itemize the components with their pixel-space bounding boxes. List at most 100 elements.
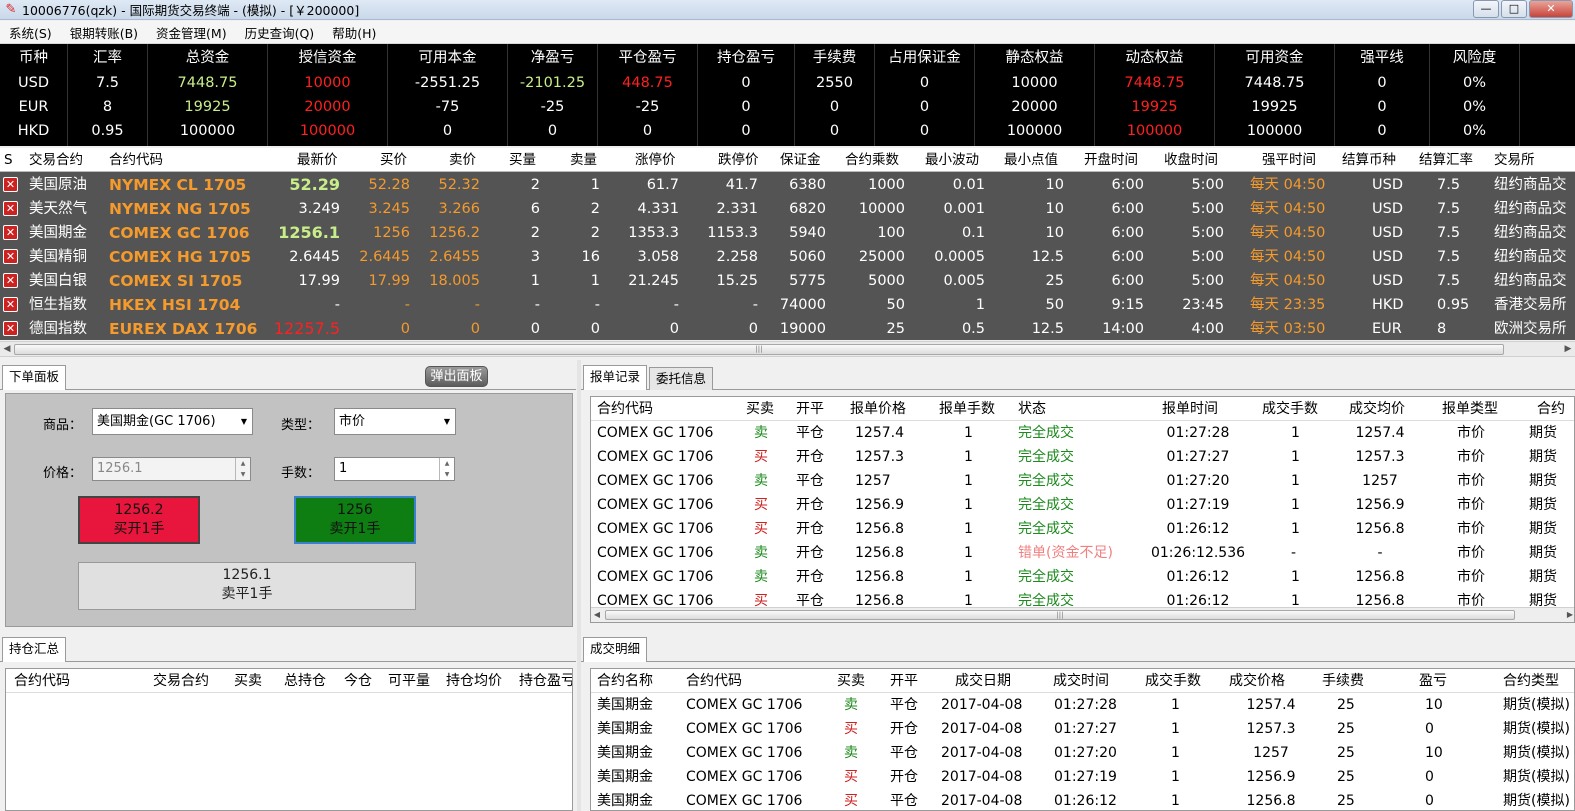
remove-icon[interactable]: ✕ xyxy=(3,201,18,216)
minimize-button[interactable]: — xyxy=(1473,0,1499,18)
trade-header-cell[interactable]: 合约名称 xyxy=(597,669,653,693)
trade-header-cell[interactable]: 手续费 xyxy=(1322,669,1364,693)
order-header-cell[interactable]: 合约 xyxy=(1537,397,1565,421)
quote-row[interactable]: ✕ 美国白银 COMEX SI 1705 17.99 17.99 18.005 1 1 21.2… xyxy=(0,269,1575,293)
order-header-cell[interactable]: 报单类型 xyxy=(1442,397,1498,421)
quotes-header-cell[interactable]: S xyxy=(4,148,13,172)
quotes-header-cell[interactable]: 交易合约 xyxy=(29,148,83,172)
orders-scrollbar[interactable]: ◀ ||| ▶ xyxy=(591,607,1574,622)
quote-row[interactable]: ✕ 美天然气 NYMEX NG 1705 3.249 3.245 3.266 6 2 4.331… xyxy=(0,197,1575,221)
quotes-header-cell[interactable]: 涨停价 xyxy=(635,148,676,172)
type-select[interactable]: 市价 ▼ xyxy=(334,408,456,435)
order-header-cell[interactable]: 开平 xyxy=(796,397,824,421)
position-header-cell[interactable]: 持仓盈亏 xyxy=(519,669,572,693)
menu-bank-transfer[interactable]: 银期转账(B) xyxy=(61,23,147,42)
quantity-stepper[interactable]: 1 ▲ ▼ xyxy=(334,457,455,481)
order-row[interactable]: COMEX GC 1706 买 开仓 1256.8 1 完全成交 01:26:12 1 1256… xyxy=(591,517,1574,541)
quote-row[interactable]: ✕ 德国指数 EUREX DAX 1706 12257.5 0 0 0 0 0 0 19000 25 0… xyxy=(0,317,1575,341)
trade-header-cell[interactable]: 盈亏 xyxy=(1419,669,1447,693)
buy-open-button[interactable]: 1256.2 买开1手 xyxy=(78,496,200,544)
price-input[interactable]: 1256.1 ▲ ▼ xyxy=(92,457,251,481)
trade-header-cell[interactable]: 成交价格 xyxy=(1229,669,1285,693)
tab-positions[interactable]: 持仓汇总 xyxy=(2,637,67,662)
order-row[interactable]: COMEX GC 1706 卖 开仓 1256.8 1 错单(资金不足) 01:26:12.… xyxy=(591,541,1574,565)
remove-icon[interactable]: ✕ xyxy=(3,225,18,240)
trade-header-cell[interactable]: 成交手数 xyxy=(1145,669,1201,693)
quote-row[interactable]: ✕ 恒生指数 HKEX HSI 1704 - - - - - - - 74000 50 1 50 9:15 2… xyxy=(0,293,1575,317)
trade-header-cell[interactable]: 成交日期 xyxy=(955,669,1011,693)
remove-icon[interactable]: ✕ xyxy=(3,249,18,264)
quotes-header-cell[interactable]: 买价 xyxy=(380,148,407,172)
quotes-header-cell[interactable]: 卖价 xyxy=(449,148,476,172)
scroll-left-icon[interactable]: ◀ xyxy=(591,608,603,622)
trade-header-cell[interactable]: 成交时间 xyxy=(1053,669,1109,693)
tab-entrust-info[interactable]: 委托信息 xyxy=(649,367,714,390)
remove-icon[interactable]: ✕ xyxy=(3,321,18,336)
order-header-cell[interactable]: 报单时间 xyxy=(1162,397,1218,421)
quote-row[interactable]: ✕ 美国期金 COMEX GC 1706 1256.1 1256 1256.2 2 2 1353… xyxy=(0,221,1575,245)
order-row[interactable]: COMEX GC 1706 买 开仓 1257.3 1 完全成交 01:27:27 1 1257… xyxy=(591,445,1574,469)
trade-row[interactable]: 美国期金 COMEX GC 1706 卖 平仓 2017-04-08 01:27:20 1 1… xyxy=(591,741,1574,765)
position-header-cell[interactable]: 买卖 xyxy=(234,669,262,693)
trade-row[interactable]: 美国期金 COMEX GC 1706 卖 平仓 2017-04-08 01:27:28 1 1… xyxy=(591,693,1574,717)
order-row[interactable]: COMEX GC 1706 卖 平仓 1257 1 完全成交 01:27:20 1 1257 市价… xyxy=(591,469,1574,493)
remove-icon[interactable]: ✕ xyxy=(3,273,18,288)
trade-row[interactable]: 美国期金 COMEX GC 1706 买 平仓 2017-04-08 01:26:12 1 1… xyxy=(591,789,1574,810)
quotes-header-cell[interactable]: 保证金 xyxy=(780,148,821,172)
scroll-left-icon[interactable]: ◀ xyxy=(1,343,13,356)
quotes-header-cell[interactable]: 合约乘数 xyxy=(845,148,899,172)
product-select[interactable]: 美国期金(GC 1706) ▼ xyxy=(92,408,253,435)
menu-history[interactable]: 历史查询(Q) xyxy=(236,23,324,42)
quote-row[interactable]: ✕ 美国精铜 COMEX HG 1705 2.6445 2.6445 2.6455 3 16 3… xyxy=(0,245,1575,269)
scroll-right-icon[interactable]: ▶ xyxy=(1562,343,1574,356)
quotes-header-cell[interactable]: 开盘时间 xyxy=(1084,148,1138,172)
quotes-header-cell[interactable]: 卖量 xyxy=(570,148,597,172)
menu-system[interactable]: 系统(S) xyxy=(0,23,61,42)
order-header-cell[interactable]: 报单手数 xyxy=(939,397,995,421)
quotes-header-cell[interactable]: 结算币种 xyxy=(1342,148,1396,172)
quotes-header-cell[interactable]: 收盘时间 xyxy=(1164,148,1218,172)
trade-row[interactable]: 美国期金 COMEX GC 1706 买 开仓 2017-04-08 01:27:19 1 1… xyxy=(591,765,1574,789)
panel-divider[interactable] xyxy=(577,360,581,811)
quotes-header-cell[interactable]: 买量 xyxy=(509,148,536,172)
quotes-header-cell[interactable]: 合约代码 xyxy=(109,148,163,172)
trade-header-cell[interactable]: 开平 xyxy=(890,669,918,693)
tab-order-records[interactable]: 报单记录 xyxy=(583,365,648,390)
scroll-right-icon[interactable]: ▶ xyxy=(1564,608,1574,622)
order-header-cell[interactable]: 买卖 xyxy=(746,397,774,421)
order-row[interactable]: COMEX GC 1706 卖 开仓 1256.8 1 完全成交 01:26:12 1 1256… xyxy=(591,565,1574,589)
tab-trade-details[interactable]: 成交明细 xyxy=(583,637,648,662)
trade-header-cell[interactable]: 合约类型 xyxy=(1503,669,1559,693)
position-header-cell[interactable]: 可平量 xyxy=(388,669,430,693)
spinner-arrows-icon[interactable]: ▲ ▼ xyxy=(235,458,250,480)
spinner-arrows-icon[interactable]: ▲ ▼ xyxy=(439,458,454,480)
position-header-cell[interactable]: 总持仓 xyxy=(284,669,326,693)
quote-row[interactable]: ✕ 美国原油 NYMEX CL 1705 52.29 52.28 52.32 2 1 61.7 4… xyxy=(0,173,1575,197)
close-button[interactable]: ✕ xyxy=(1529,0,1573,18)
quotes-header-cell[interactable]: 最小波动 xyxy=(925,148,979,172)
scrollbar-thumb[interactable]: ||| xyxy=(605,610,1515,620)
order-row[interactable]: COMEX GC 1706 买 开仓 1256.9 1 完全成交 01:27:19 1 1256… xyxy=(591,493,1574,517)
quotes-scrollbar[interactable]: ◀ ||| ▶ xyxy=(0,341,1575,357)
order-header-cell[interactable]: 成交手数 xyxy=(1262,397,1318,421)
menu-help[interactable]: 帮助(H) xyxy=(323,23,385,42)
sell-close-button[interactable]: 1256.1 卖平1手 xyxy=(78,562,416,610)
order-header-cell[interactable]: 合约代码 xyxy=(597,397,653,421)
menu-funds[interactable]: 资金管理(M) xyxy=(147,23,236,42)
order-header-cell[interactable]: 报单价格 xyxy=(850,397,906,421)
remove-icon[interactable]: ✕ xyxy=(3,177,18,192)
position-header-cell[interactable]: 合约代码 xyxy=(14,669,70,693)
quotes-header-cell[interactable]: 强平时间 xyxy=(1262,148,1316,172)
quotes-header-cell[interactable]: 交易所 xyxy=(1494,148,1535,172)
maximize-button[interactable]: □ xyxy=(1501,0,1527,18)
order-header-cell[interactable]: 状态 xyxy=(1018,397,1046,421)
remove-icon[interactable]: ✕ xyxy=(3,297,18,312)
sell-open-button[interactable]: 1256 卖开1手 xyxy=(294,496,416,544)
quotes-header-cell[interactable]: 结算汇率 xyxy=(1419,148,1473,172)
position-header-cell[interactable]: 持仓均价 xyxy=(446,669,502,693)
trade-header-cell[interactable]: 买卖 xyxy=(837,669,865,693)
quotes-header-cell[interactable]: 最新价 xyxy=(297,148,338,172)
scrollbar-thumb[interactable]: ||| xyxy=(14,344,1504,355)
quotes-header-cell[interactable]: 跌停价 xyxy=(718,148,759,172)
quotes-header-cell[interactable]: 最小点值 xyxy=(1004,148,1058,172)
